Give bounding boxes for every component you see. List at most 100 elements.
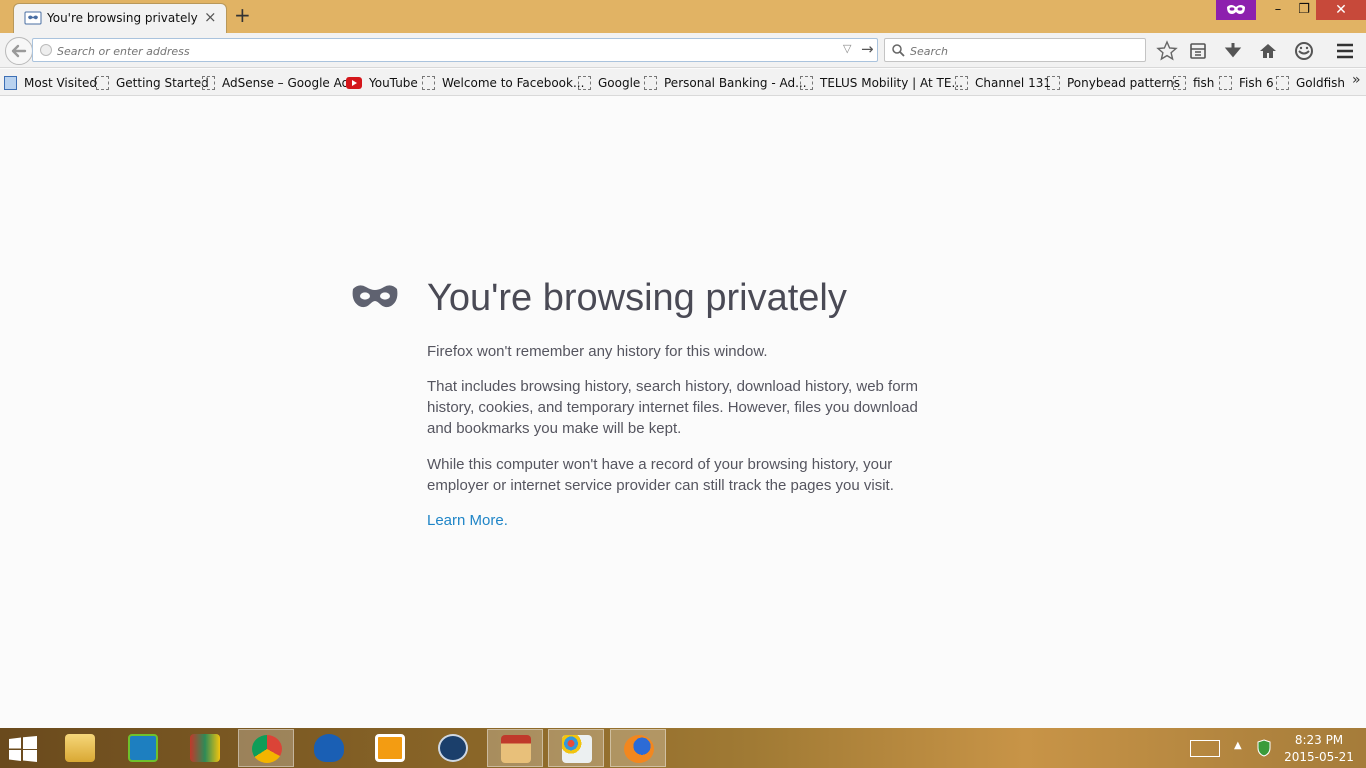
bookmark-label: Google: [598, 76, 641, 90]
clock-date[interactable]: 2015-05-21: [1284, 750, 1354, 764]
go-arrow-icon[interactable]: →: [861, 40, 874, 58]
bookmark-label: Personal Banking - Ad...: [664, 76, 807, 90]
navigation-toolbar: ▽ →: [0, 33, 1366, 68]
page-icon: [202, 76, 215, 90]
bookmark-label: Fish 6: [1239, 76, 1274, 90]
taskbar-movie-maker[interactable]: [425, 729, 481, 767]
page-icon: [422, 76, 435, 90]
page-icon: [1047, 76, 1060, 90]
bookmark-ponybead[interactable]: Ponybead patterns: [1047, 74, 1180, 92]
private-browsing-page: You're browsing privately Firefox won't …: [0, 97, 1366, 728]
private-mask-icon: [1227, 5, 1245, 14]
hello-chat-icon[interactable]: [1293, 40, 1315, 62]
taskbar-wps-writer[interactable]: [115, 729, 171, 767]
title-bar: You're browsing privately × + – ❐ ✕: [0, 0, 1366, 33]
taskbar-chrome[interactable]: [238, 729, 294, 767]
taskbar-file-explorer[interactable]: [52, 729, 108, 767]
page-icon: [800, 76, 813, 90]
bookmark-label: Getting Started: [116, 76, 209, 90]
library-icon: [501, 735, 531, 763]
bookmark-label: fish: [1193, 76, 1215, 90]
taskbar-winrar[interactable]: [177, 729, 233, 767]
bookmark-star-icon[interactable]: [1156, 40, 1178, 62]
new-tab-button[interactable]: +: [234, 4, 251, 26]
chrome-icon: [252, 735, 282, 763]
history-notice-text: Firefox won't remember any history for t…: [427, 343, 768, 360]
bookmark-label: Ponybead patterns: [1067, 76, 1180, 90]
close-window-button[interactable]: ✕: [1316, 0, 1366, 20]
file-explorer-icon: [65, 734, 95, 762]
bookmark-label: Welcome to Facebook...: [442, 76, 585, 90]
page-icon: [96, 76, 109, 90]
malwarebytes-icon: [314, 734, 344, 762]
bookmark-label: AdSense – Google Ads: [222, 76, 356, 90]
touch-keyboard-icon[interactable]: [1190, 740, 1220, 757]
show-hidden-icons-chevron-icon[interactable]: ▲: [1234, 740, 1242, 751]
bookmark-label: Channel 131: [975, 76, 1051, 90]
bookmark-adsense[interactable]: AdSense – Google Ads: [202, 74, 355, 92]
bookmark-personal-banking[interactable]: Personal Banking - Ad...: [644, 74, 807, 92]
page-icon: [1276, 76, 1289, 90]
search-icon: [892, 44, 905, 57]
page-icon: [1219, 76, 1232, 90]
bookmark-facebook[interactable]: Welcome to Facebook...: [422, 74, 584, 92]
private-browsing-favicon: [24, 11, 42, 25]
history-details-text: That includes browsing history, search h…: [427, 378, 919, 437]
page-icon: [955, 76, 968, 90]
address-input[interactable]: [57, 43, 837, 59]
search-bar[interactable]: [884, 38, 1146, 62]
taskbar-media-player[interactable]: [362, 729, 418, 767]
bookmark-telus[interactable]: TELUS Mobility | At TE...: [800, 74, 963, 92]
bookmark-most-visited[interactable]: Most Visited: [4, 74, 97, 92]
movie-maker-icon: [438, 734, 468, 762]
clock-time[interactable]: 8:23 PM: [1288, 733, 1350, 747]
taskbar-library[interactable]: [487, 729, 543, 767]
winrar-icon: [190, 734, 220, 762]
security-shield-icon[interactable]: [1256, 739, 1272, 757]
address-bar[interactable]: ▽ →: [32, 38, 878, 62]
bookmark-label: Most Visited: [24, 76, 98, 90]
learn-more-link[interactable]: Learn More.: [427, 512, 508, 529]
bookmark-label: TELUS Mobility | At TE...: [820, 76, 963, 90]
bookmark-fish-6[interactable]: Fish 6: [1219, 74, 1274, 92]
bookmark-fish[interactable]: fish: [1173, 74, 1214, 92]
bookmark-getting-started[interactable]: Getting Started: [96, 74, 209, 92]
back-arrow-icon: [11, 44, 27, 58]
paint-palette-icon: [562, 735, 592, 763]
private-mask-icon: [352, 285, 398, 308]
windows-taskbar: ▲ 8:23 PM 2015-05-21: [0, 728, 1366, 768]
page-icon: [644, 76, 657, 90]
media-player-icon: [375, 734, 405, 762]
firefox-icon: [624, 735, 654, 763]
downloads-icon[interactable]: [1222, 40, 1244, 62]
taskbar-firefox[interactable]: [610, 729, 666, 767]
bookmark-label: Goldfish: [1296, 76, 1346, 90]
bookmark-youtube[interactable]: YouTube: [346, 74, 418, 92]
search-input[interactable]: [910, 43, 1140, 59]
bookmarks-menu-icon[interactable]: [1187, 40, 1209, 62]
private-browsing-badge: [1216, 0, 1256, 20]
tracking-warning-text: While this computer won't have a record …: [427, 456, 894, 494]
history-dropdown-icon[interactable]: ▽: [843, 42, 851, 55]
page-icon: [1173, 76, 1186, 90]
tab-close-icon[interactable]: ×: [204, 8, 217, 26]
windows-start-icon[interactable]: [8, 736, 38, 762]
back-button[interactable]: [5, 37, 33, 65]
home-icon[interactable]: [1257, 40, 1279, 62]
wps-writer-icon: [128, 734, 158, 762]
most-visited-icon: [4, 76, 17, 90]
bookmark-google[interactable]: Google: [578, 74, 640, 92]
bookmark-channel-131[interactable]: Channel 131: [955, 74, 1051, 92]
taskbar-paint[interactable]: [548, 729, 604, 767]
bookmark-label: YouTube: [369, 76, 418, 90]
bookmark-goldfish[interactable]: Goldfish: [1276, 74, 1345, 92]
taskbar-malwarebytes[interactable]: [301, 729, 357, 767]
page-icon: [578, 76, 591, 90]
tab-title: You're browsing privately: [47, 11, 198, 25]
site-identity-icon[interactable]: [40, 44, 52, 56]
bookmarks-toolbar: Most Visited Getting Started AdSense – G…: [0, 69, 1366, 96]
page-title: You're browsing privately: [427, 277, 847, 319]
tab-private-browsing[interactable]: You're browsing privately ×: [13, 3, 227, 33]
hamburger-menu-icon[interactable]: [1334, 40, 1356, 62]
bookmarks-overflow-chevron-icon[interactable]: »: [1352, 72, 1361, 88]
